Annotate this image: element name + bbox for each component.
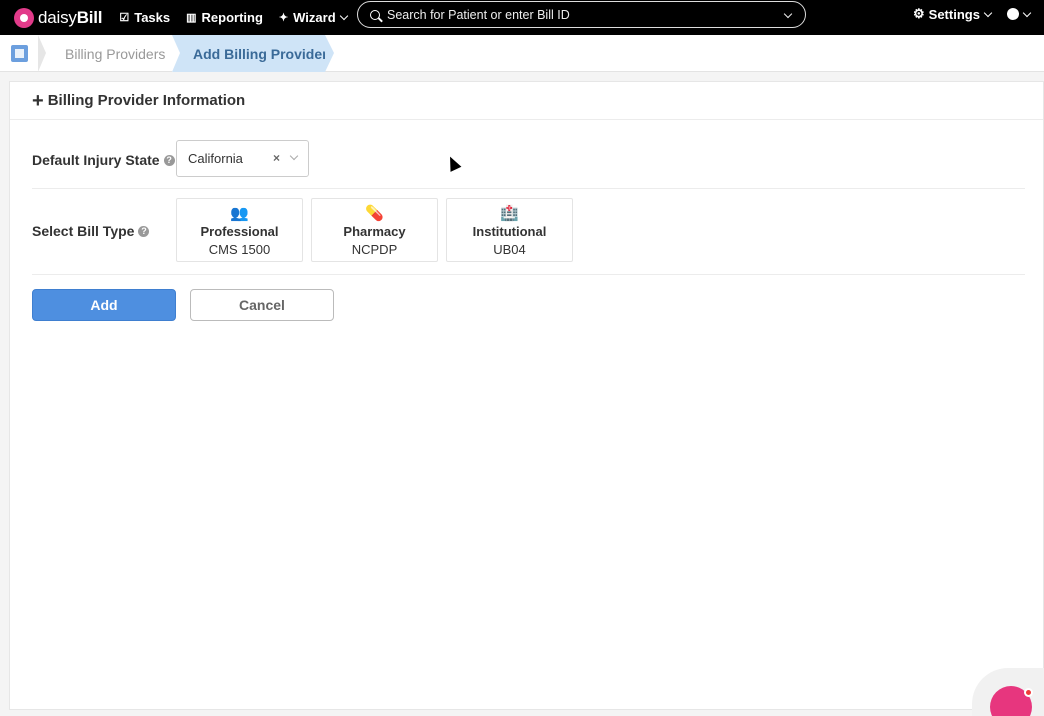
injury-state-select[interactable]: California × (176, 140, 309, 177)
divider (32, 274, 1025, 275)
breadcrumb-arrow (325, 35, 334, 72)
breadcrumb-add-billing-provider: Add Billing Provider (172, 35, 328, 72)
cancel-button[interactable]: Cancel (190, 289, 334, 321)
user-menu[interactable] (1007, 0, 1032, 28)
breadcrumb-separator (172, 35, 180, 72)
nav-tasks[interactable]: ☑ Tasks (119, 10, 170, 25)
hospital-icon: 🏥 (500, 205, 519, 222)
gear-icon: ⚙ (913, 6, 925, 21)
notification-dot (1024, 688, 1033, 697)
breadcrumb-separator (38, 35, 46, 72)
bar-chart-icon: ▥ (186, 12, 197, 24)
nav-wizard[interactable]: ✦ Wizard (278, 10, 348, 25)
chevron-down-icon[interactable] (289, 151, 299, 161)
billing-provider-panel: + Billing Provider Information Default I… (9, 81, 1044, 710)
magic-wand-icon: ✦ (278, 12, 289, 24)
bill-type-pharmacy[interactable]: 💊 Pharmacy NCPDP (311, 198, 438, 262)
logo-text: daisyBill (38, 7, 103, 27)
divider (32, 188, 1025, 189)
breadcrumb-billing-providers[interactable]: Billing Providers (65, 46, 165, 62)
daisy-logo-icon (14, 7, 34, 28)
help-icon[interactable]: ? (163, 154, 175, 166)
help-icon[interactable]: ? (138, 225, 150, 237)
clear-icon[interactable]: × (273, 151, 280, 165)
nav-reporting[interactable]: ▥ Reporting (186, 10, 263, 25)
chevron-down-icon (1022, 8, 1032, 17)
daisybill-logo[interactable]: daisyBill (14, 0, 103, 35)
pill-icon: 💊 (365, 205, 384, 222)
breadcrumb: Billing Providers Add Billing Provider (0, 35, 1044, 72)
checkbox-icon: ☑ (119, 12, 130, 24)
nav-settings[interactable]: ⚙ Settings (913, 0, 993, 28)
bill-type-professional[interactable]: 👥 Professional CMS 1500 (176, 198, 303, 262)
user-group-icon: 👥 (230, 205, 249, 222)
chevron-down-icon (339, 11, 348, 21)
panel-title: Billing Provider Information (47, 92, 246, 109)
plus-icon: + (32, 89, 44, 112)
search-input[interactable]: Search for Patient or enter Bill ID (357, 1, 806, 28)
chevron-down-icon (783, 9, 793, 19)
bill-type-institutional[interactable]: 🏥 Institutional UB04 (446, 198, 573, 262)
search-icon (370, 9, 380, 20)
home-icon[interactable] (11, 45, 28, 62)
add-button[interactable]: Add (32, 289, 176, 321)
injury-state-label: Default Injury State ? (32, 152, 175, 168)
panel-header: + Billing Provider Information (10, 82, 1043, 120)
user-circle-icon (1007, 8, 1019, 20)
bill-type-label: Select Bill Type ? (32, 223, 150, 239)
chevron-down-icon (983, 8, 993, 17)
